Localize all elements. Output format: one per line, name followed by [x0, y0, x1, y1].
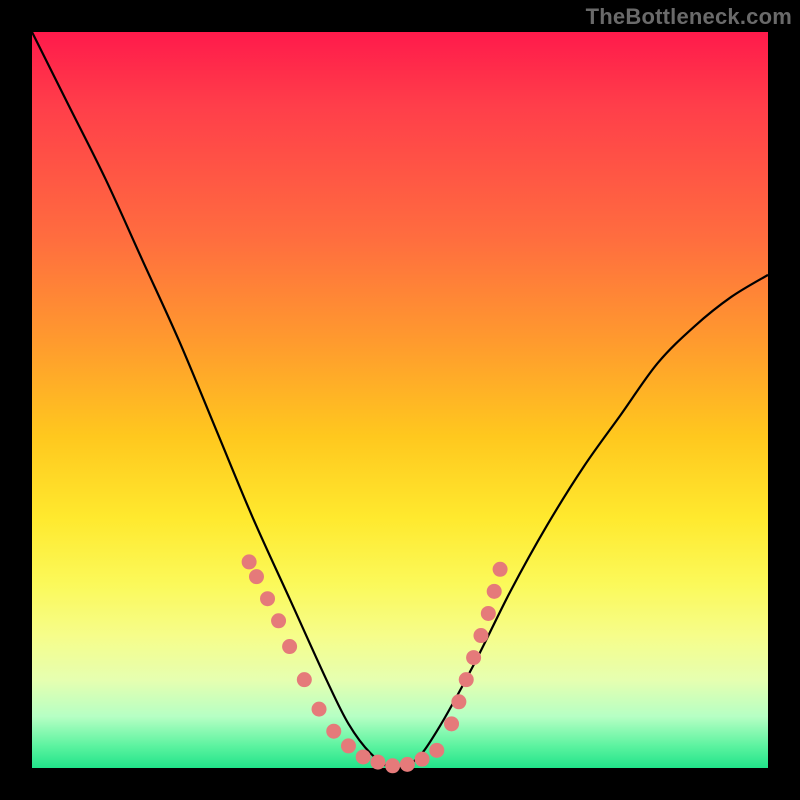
data-point — [385, 758, 400, 773]
data-point — [473, 628, 488, 643]
data-point — [451, 694, 466, 709]
plot-area — [32, 32, 768, 768]
data-point — [356, 749, 371, 764]
data-point — [341, 738, 356, 753]
data-point — [297, 672, 312, 687]
bottleneck-curve — [32, 32, 768, 768]
data-point — [242, 554, 257, 569]
data-point — [260, 591, 275, 606]
data-point — [429, 743, 444, 758]
data-point — [282, 639, 297, 654]
data-point — [481, 606, 496, 621]
data-point — [415, 752, 430, 767]
data-point — [249, 569, 264, 584]
data-point — [493, 562, 508, 577]
data-point — [312, 702, 327, 717]
data-point — [326, 724, 341, 739]
data-point — [370, 755, 385, 770]
data-point — [444, 716, 459, 731]
watermark-text: TheBottleneck.com — [586, 4, 792, 30]
data-point — [487, 584, 502, 599]
curve-svg — [32, 32, 768, 768]
data-point — [466, 650, 481, 665]
data-points — [242, 554, 508, 773]
data-point — [459, 672, 474, 687]
data-point — [271, 613, 286, 628]
chart-frame: TheBottleneck.com — [0, 0, 800, 800]
data-point — [400, 757, 415, 772]
